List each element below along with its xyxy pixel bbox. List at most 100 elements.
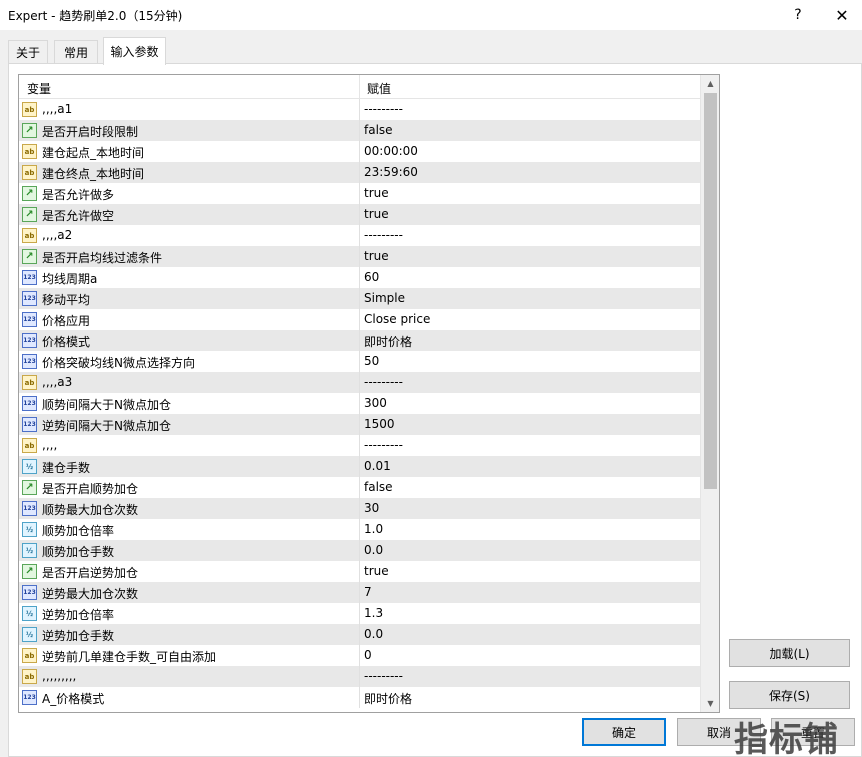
vertical-scrollbar[interactable]: ▲ ▼	[700, 75, 719, 712]
parameter-value[interactable]: false	[364, 480, 393, 494]
parameter-value[interactable]: true	[364, 564, 389, 578]
parameter-value[interactable]: 0.01	[364, 459, 391, 473]
scroll-thumb[interactable]	[704, 93, 717, 489]
parameter-value[interactable]: false	[364, 123, 393, 137]
parameter-value[interactable]: 50	[364, 354, 379, 368]
parameter-value[interactable]: 1.3	[364, 606, 383, 620]
ok-button[interactable]: 确定	[582, 718, 666, 746]
column-separator	[359, 267, 360, 288]
table-row[interactable]: ½ 顺势加仓手数 0.0	[19, 540, 701, 561]
parameter-name: 顺势加仓倍率	[42, 524, 115, 538]
table-row[interactable]: ½ 逆势加仓倍率 1.3	[19, 603, 701, 624]
string-type-icon: ab	[22, 228, 37, 243]
header-variable[interactable]: 变量	[27, 80, 51, 97]
parameter-value[interactable]: true	[364, 207, 389, 221]
tab-input-params[interactable]: 输入参数	[103, 37, 166, 65]
parameter-value[interactable]: Simple	[364, 291, 405, 305]
column-separator	[359, 645, 360, 666]
table-row[interactable]: ab ,,,,a3 ---------	[19, 372, 701, 393]
tab-common[interactable]: 常用	[54, 40, 98, 63]
table-row[interactable]: 123 移动平均 Simple	[19, 288, 701, 309]
parameter-value[interactable]: Close price	[364, 312, 430, 326]
header-separator[interactable]	[359, 75, 360, 99]
parameter-value[interactable]: 0.0	[364, 543, 383, 557]
integer-type-icon: 123	[22, 270, 37, 285]
parameter-value[interactable]: 0.0	[364, 627, 383, 641]
column-separator	[359, 204, 360, 225]
table-row[interactable]: ½ 顺势加仓倍率 1.0	[19, 519, 701, 540]
bool-type-icon: ↗	[22, 564, 37, 579]
integer-type-icon: 123	[22, 690, 37, 705]
table-row[interactable]: ab,,,,,,,,, ---------	[19, 666, 701, 687]
table-row[interactable]: ab ,,,,a2 ---------	[19, 225, 701, 246]
string-type-icon: ab	[22, 375, 37, 390]
parameter-name: 顺势间隔大于N微点加仓	[42, 398, 171, 412]
column-separator	[359, 183, 360, 204]
table-row[interactable]: ½ 逆势加仓手数 0.0	[19, 624, 701, 645]
double-type-icon: ½	[22, 459, 37, 474]
integer-type-icon: 123	[22, 396, 37, 411]
table-row[interactable]: 123 A_价格模式 即时价格	[19, 687, 701, 708]
parameter-name: 移动平均	[42, 293, 91, 307]
column-separator	[359, 603, 360, 624]
column-separator	[359, 582, 360, 603]
tab-about[interactable]: 关于	[8, 40, 48, 63]
table-row[interactable]: ↗ 是否开启逆势加仓 true	[19, 561, 701, 582]
load-button[interactable]: 加载(L)	[729, 639, 850, 667]
column-separator	[359, 414, 360, 435]
table-row[interactable]: 123 逆势间隔大于N微点加仓 1500	[19, 414, 701, 435]
table-row[interactable]: ↗ 是否开启时段限制 false	[19, 120, 701, 141]
parameter-value[interactable]: 即时价格	[364, 333, 412, 350]
parameter-value[interactable]: 23:59:60	[364, 165, 418, 179]
table-row[interactable]: 123 价格应用 Close price	[19, 309, 701, 330]
parameter-name: ,,,,a1	[42, 102, 73, 116]
parameter-value[interactable]: 7	[364, 585, 372, 599]
header-value[interactable]: 赋值	[367, 80, 391, 97]
scroll-down-icon[interactable]: ▼	[701, 695, 719, 712]
double-type-icon: ½	[22, 627, 37, 642]
table-row[interactable]: ↗ 是否开启均线过滤条件 true	[19, 246, 701, 267]
table-row[interactable]: ab,,,, ---------	[19, 435, 701, 456]
table-row[interactable]: 123 顺势最大加仓次数 30	[19, 498, 701, 519]
parameter-value[interactable]: ---------	[364, 375, 403, 389]
parameter-value[interactable]: 300	[364, 396, 387, 410]
close-button[interactable]: ✕	[822, 2, 862, 28]
parameter-value[interactable]: true	[364, 249, 389, 263]
table-row[interactable]: ab 建仓终点_本地时间 23:59:60	[19, 162, 701, 183]
parameter-value[interactable]: 1500	[364, 417, 395, 431]
table-row[interactable]: ab ,,,,a1 ---------	[19, 99, 701, 120]
column-separator	[359, 456, 360, 477]
parameter-value[interactable]: ---------	[364, 102, 403, 116]
parameter-value[interactable]: ---------	[364, 228, 403, 242]
parameter-name: 顺势加仓手数	[42, 545, 115, 559]
parameter-value[interactable]: ---------	[364, 669, 403, 683]
table-row[interactable]: ab 建仓起点_本地时间 00:00:00	[19, 141, 701, 162]
table-row[interactable]: ½ 建仓手数 0.01	[19, 456, 701, 477]
parameter-value[interactable]: 即时价格	[364, 690, 412, 707]
parameter-value[interactable]: 0	[364, 648, 372, 662]
column-separator	[359, 246, 360, 267]
table-row[interactable]: ↗ 是否允许做多 true	[19, 183, 701, 204]
table-row[interactable]: ab 逆势前几单建仓手数_可自由添加 0	[19, 645, 701, 666]
table-row[interactable]: 123 均线周期a 60	[19, 267, 701, 288]
parameter-value[interactable]: true	[364, 186, 389, 200]
parameter-value[interactable]: 60	[364, 270, 379, 284]
table-row[interactable]: 123 顺势间隔大于N微点加仓 300	[19, 393, 701, 414]
parameter-value[interactable]: 30	[364, 501, 379, 515]
save-button[interactable]: 保存(S)	[729, 681, 850, 709]
bool-type-icon: ↗	[22, 123, 37, 138]
parameter-name: 均线周期a	[42, 272, 98, 286]
table-row[interactable]: ↗ 是否开启顺势加仓 false	[19, 477, 701, 498]
column-separator	[359, 372, 360, 393]
table-row[interactable]: 123 价格突破均线N微点选择方向 50	[19, 351, 701, 372]
parameter-value[interactable]: 00:00:00	[364, 144, 418, 158]
help-button[interactable]: ?	[778, 2, 818, 28]
table-row[interactable]: 123 价格模式 即时价格	[19, 330, 701, 351]
parameter-value[interactable]: ---------	[364, 438, 403, 452]
table-row[interactable]: ↗ 是否允许做空 true	[19, 204, 701, 225]
parameter-value[interactable]: 1.0	[364, 522, 383, 536]
column-separator	[359, 99, 360, 120]
scroll-up-icon[interactable]: ▲	[701, 75, 719, 92]
table-row[interactable]: 123 逆势最大加仓次数 7	[19, 582, 701, 603]
column-separator	[359, 120, 360, 141]
